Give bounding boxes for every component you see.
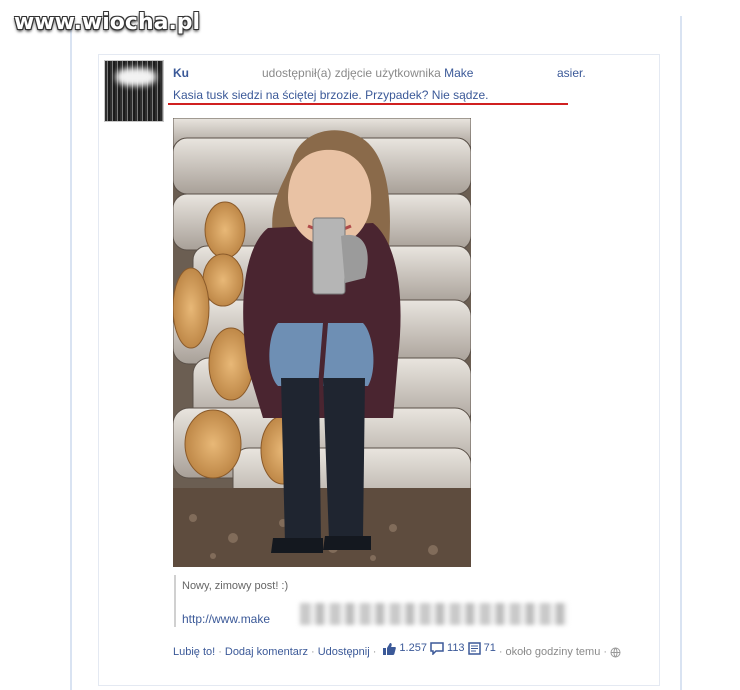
post-author-link[interactable]: Ku [173, 66, 189, 80]
photo-illustration [173, 118, 471, 567]
photo-owner-link-tail[interactable]: asier. [557, 66, 586, 80]
globe-icon [610, 647, 621, 658]
shared-link-url[interactable]: http://www.make [182, 612, 270, 626]
avatar-censor [116, 68, 156, 86]
url-censor-blur [300, 603, 568, 625]
shared-photo-text: udostępnił(a) zdjęcie użytkownika Make [262, 66, 473, 80]
post-actions-bar: Lubię to! · Dodaj komentarz · Udostępnij · 1.… [173, 640, 643, 661]
caption-highlight-underline [168, 103, 568, 105]
separator-dot: · [498, 646, 503, 658]
separator-dot: · [603, 646, 607, 658]
comments-count[interactable]: 113 [430, 640, 465, 657]
share-page-icon [467, 642, 481, 655]
likes-count-value: 1.257 [399, 642, 427, 654]
like-link[interactable]: Lubię to! [173, 646, 215, 658]
post-caption: Kasia tusk siedzi na ściętej brzozie. Pr… [173, 88, 489, 102]
separator-dot: · [372, 646, 377, 658]
comment-bubble-icon [430, 642, 444, 655]
share-link[interactable]: Udostępnij [318, 646, 370, 658]
post-timestamp[interactable]: około godziny temu [506, 646, 601, 658]
separator-dot: · [311, 646, 315, 658]
separator-dot: · [218, 646, 222, 658]
photo-owner-link[interactable]: Make [444, 66, 473, 80]
shared-post-quote: Nowy, zimowy post! :) [182, 580, 289, 592]
thumbs-up-icon [383, 643, 397, 655]
shares-count-value: 71 [483, 642, 496, 654]
add-comment-link[interactable]: Dodaj komentarz [225, 646, 308, 658]
likes-count[interactable]: 1.257 [382, 640, 427, 657]
shares-count[interactable]: 71 [467, 640, 496, 657]
post-photo[interactable] [173, 118, 471, 567]
site-watermark: www.wiocha.pl [14, 10, 201, 35]
shared-label: udostępnił(a) zdjęcie użytkownika [262, 66, 441, 80]
comments-count-value: 113 [447, 642, 465, 654]
